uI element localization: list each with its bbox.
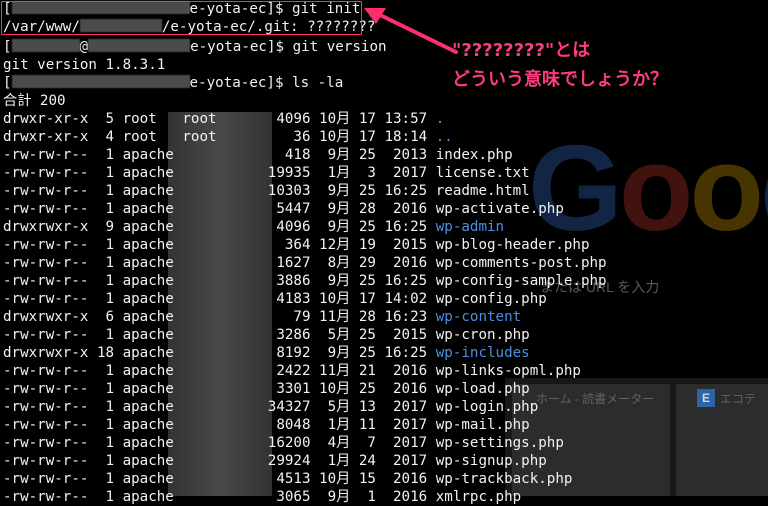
- listing-row: drwxr-xr-x 5 root root 4096 10月 17 13:57…: [3, 110, 444, 128]
- annotation-text: "????????"とはどういう意味でしょうか？: [452, 36, 668, 94]
- file-name: readme.html: [435, 183, 530, 199]
- arrow-icon: [364, 8, 458, 54]
- file-name: wp-cron.php: [435, 327, 530, 343]
- file-name: wp-login.php: [435, 399, 539, 415]
- file-name: wp-config.php: [435, 291, 547, 307]
- file-name: wp-mail.php: [435, 417, 530, 433]
- listing-row: -rw-rw-r-- 1 apache 10303 9月 25 16:25 re…: [3, 182, 530, 200]
- directory-name: wp-content: [435, 309, 522, 325]
- file-name: wp-links-opml.php: [435, 363, 581, 379]
- file-name: license.txt: [435, 165, 530, 181]
- listing-row: -rw-rw-r-- 1 apache 3301 10月 25 2016 wp-…: [3, 380, 530, 398]
- listing-meta: -rw-rw-r-- 1 apache 34327 5月 13 2017: [3, 399, 436, 415]
- listing-row: -rw-rw-r-- 1 apache 3286 5月 25 2015 wp-c…: [3, 326, 530, 344]
- command-text: ls -la: [292, 75, 344, 91]
- file-name: wp-config-sample.php: [435, 273, 607, 289]
- directory-name: ..: [435, 129, 453, 145]
- listing-row: -rw-rw-r-- 1 apache 29924 1月 24 2017 wp-…: [3, 452, 547, 470]
- listing-row: -rw-rw-r-- 1 apache 34327 5月 13 2017 wp-…: [3, 398, 538, 416]
- listing-meta: -rw-rw-r-- 1 apache 19935 1月 3 2017: [3, 165, 436, 181]
- listing-row: drwxrwxr-x 6 apache 79 11月 28 16:23 wp-c…: [3, 308, 521, 326]
- file-name: wp-load.php: [435, 381, 530, 397]
- listing-meta: drwxr-xr-x 5 root root 4096 10月 17 13:57: [3, 111, 436, 127]
- listing-meta: -rw-rw-r-- 1 apache 8048 1月 11 2017: [3, 417, 436, 433]
- terminal-line: 合計 200: [3, 93, 66, 109]
- listing-row: -rw-rw-r-- 1 apache 1627 8月 29 2016 wp-c…: [3, 254, 607, 272]
- listing-row: -rw-rw-r-- 1 apache 5447 9月 28 2016 wp-a…: [3, 200, 564, 218]
- listing-meta: drwxr-xr-x 4 root root 36 10月 17 18:14: [3, 129, 436, 145]
- listing-meta: -rw-rw-r-- 1 apache 1627 8月 29 2016: [3, 255, 436, 271]
- listing-meta: drwxrwxr-x 6 apache 79 11月 28 16:23: [3, 309, 436, 325]
- listing-meta: -rw-rw-r-- 1 apache 4513 10月 15 2016: [3, 471, 436, 487]
- directory-name: wp-admin: [435, 219, 505, 235]
- directory-name: wp-includes: [435, 345, 530, 361]
- listing-meta: -rw-rw-r-- 1 apache 3886 9月 25 16:25: [3, 273, 436, 289]
- listing-row: -rw-rw-r-- 1 apache 4513 10月 15 2016 wp-…: [3, 470, 572, 488]
- file-name: wp-trackback.php: [435, 471, 573, 487]
- listing-meta: -rw-rw-r-- 1 apache 3301 10月 25 2016: [3, 381, 436, 397]
- listing-row: drwxrwxr-x 18 apache 8192 9月 25 16:25 wp…: [3, 344, 530, 362]
- listing-row: -rw-rw-r-- 1 apache 19935 1月 3 2017 lice…: [3, 164, 530, 182]
- listing-meta: -rw-rw-r-- 1 apache 3286 5月 25 2015: [3, 327, 436, 343]
- listing-row: -rw-rw-r-- 1 apache 3065 9月 1 2016 xmlrp…: [3, 488, 521, 506]
- listing-meta: -rw-rw-r-- 1 apache 5447 9月 28 2016: [3, 201, 436, 217]
- listing-meta: -rw-rw-r-- 1 apache 10303 9月 25 16:25: [3, 183, 436, 199]
- directory-name: .: [435, 111, 445, 127]
- file-name: wp-activate.php: [435, 201, 564, 217]
- terminal-line: [@ e-yota-ec]$ git version: [3, 39, 387, 55]
- listing-meta: -rw-rw-r-- 1 apache 29924 1月 24 2017: [3, 453, 436, 469]
- listing-row: drwxrwxr-x 9 apache 4096 9月 25 16:25 wp-…: [3, 218, 504, 236]
- listing-row: -rw-rw-r-- 1 apache 4183 10月 17 14:02 wp…: [3, 290, 547, 308]
- listing-meta: -rw-rw-r-- 1 apache 418 9月 25 2013: [3, 147, 436, 163]
- file-name: wp-settings.php: [435, 435, 564, 451]
- listing-row: -rw-rw-r-- 1 apache 3886 9月 25 16:25 wp-…: [3, 272, 607, 290]
- terminal-line: git version 1.8.3.1: [3, 57, 166, 73]
- listing-meta: -rw-rw-r-- 1 apache 3065 9月 1 2016: [3, 489, 436, 505]
- listing-row: -rw-rw-r-- 1 apache 8048 1月 11 2017 wp-m…: [3, 416, 530, 434]
- listing-meta: drwxrwxr-x 9 apache 4096 9月 25 16:25: [3, 219, 436, 235]
- background-tile-title: エコテ: [720, 392, 757, 406]
- terminal-line: [e-yota-ec]$ ls -la: [3, 75, 344, 91]
- listing-row: -rw-rw-r-- 1 apache 364 12月 19 2015 wp-b…: [3, 236, 589, 254]
- highlight-box: [1, 1, 362, 35]
- listing-meta: -rw-rw-r-- 1 apache 4183 10月 17 14:02: [3, 291, 436, 307]
- file-name: wp-signup.php: [435, 453, 547, 469]
- listing-meta: -rw-rw-r-- 1 apache 16200 4月 7 2017: [3, 435, 436, 451]
- file-name: xmlrpc.php: [435, 489, 522, 505]
- listing-meta: drwxrwxr-x 18 apache 8192 9月 25 16:25: [3, 345, 436, 361]
- listing-meta: -rw-rw-r-- 1 apache 2422 11月 21 2016: [3, 363, 436, 379]
- file-name: index.php: [435, 147, 513, 163]
- listing-row: -rw-rw-r-- 1 apache 2422 11月 21 2016 wp-…: [3, 362, 581, 380]
- listing-row: -rw-rw-r-- 1 apache 418 9月 25 2013 index…: [3, 146, 513, 164]
- listing-meta: -rw-rw-r-- 1 apache 364 12月 19 2015: [3, 237, 436, 253]
- annotation-line: どういう意味でしょうか？: [452, 69, 668, 90]
- listing-row: -rw-rw-r-- 1 apache 16200 4月 7 2017 wp-s…: [3, 434, 564, 452]
- listing-row: drwxr-xr-x 4 root root 36 10月 17 18:14 .…: [3, 128, 453, 146]
- file-name: wp-blog-header.php: [435, 237, 590, 253]
- annotation-line: "????????"とは: [452, 40, 591, 61]
- file-name: wp-comments-post.php: [435, 255, 607, 271]
- background-tile: エコテ: [676, 384, 768, 496]
- app-icon: E: [697, 389, 715, 407]
